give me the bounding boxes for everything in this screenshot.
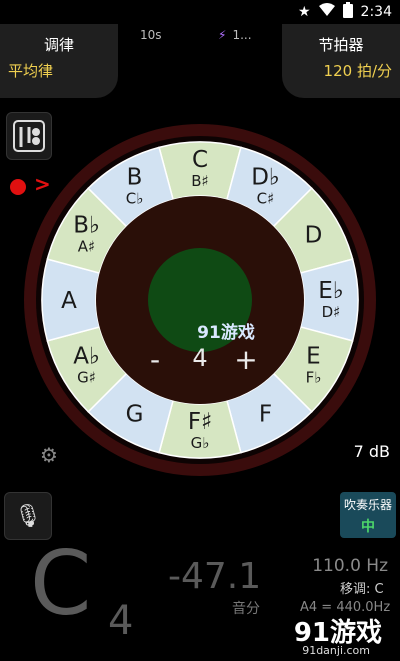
- watermark-url: 91danji.com: [302, 644, 370, 657]
- note-wheel[interactable]: CB♯ D♭C♯ D E♭D♯ EF♭ F F♯G♭ G A♭G♯ A B♭A♯ BC♭ 91游戏 -…: [0, 0, 400, 500]
- wheel-note-label: E: [306, 344, 321, 370]
- wheel-note-label: F♯: [188, 409, 212, 435]
- wheel-note-label: G: [126, 401, 144, 427]
- wheel-note-label: A♭: [73, 344, 100, 370]
- wheel-note-label: F: [259, 401, 272, 427]
- instrument-title: 吹奏乐器: [343, 498, 392, 512]
- volume-readout: 7 dB: [353, 442, 390, 461]
- wheel-note-label: A: [61, 288, 77, 314]
- wheel-enharmonic-label: D♯: [322, 303, 341, 321]
- plus-button[interactable]: +: [234, 343, 257, 376]
- wheel-note-label: B: [127, 165, 143, 191]
- wheel-enharmonic-label: C♭: [126, 190, 144, 208]
- wheel-enharmonic-label: G♯: [77, 369, 96, 387]
- transpose-label: 移调: C: [340, 582, 384, 597]
- wheel-note-label: E♭: [318, 278, 343, 304]
- wheel-note-label: D: [305, 223, 323, 249]
- wheel-enharmonic-label: C♯: [257, 190, 275, 208]
- wheel-enharmonic-label: F♭: [306, 369, 322, 387]
- minus-button[interactable]: -: [150, 343, 160, 376]
- cents-label: 音分: [232, 601, 260, 617]
- watermark-logo: 91游戏 91danji.com: [272, 612, 392, 658]
- instrument-button[interactable]: 吹奏乐器 中: [340, 492, 396, 538]
- wheel-note-label: C: [192, 147, 208, 173]
- detected-note: C: [30, 532, 92, 635]
- instrument-value: 中: [361, 519, 375, 535]
- wheel-enharmonic-label: G♭: [191, 434, 210, 452]
- cents-deviation: -47.1: [168, 556, 262, 597]
- wheel-enharmonic-label: B♯: [191, 172, 209, 190]
- offset-value: 4: [192, 344, 207, 372]
- wheel-note-label: B♭: [73, 213, 100, 239]
- frequency-readout: 110.0 Hz: [312, 556, 388, 576]
- detected-octave: 4: [108, 598, 134, 644]
- center-watermark: 91游戏: [197, 322, 255, 343]
- settings-gear-icon[interactable]: ⚙: [40, 443, 58, 467]
- wheel-note-label: D♭: [251, 165, 280, 191]
- microphone-note-icon: 🎙: [14, 503, 42, 529]
- wheel-enharmonic-label: A♯: [78, 238, 96, 256]
